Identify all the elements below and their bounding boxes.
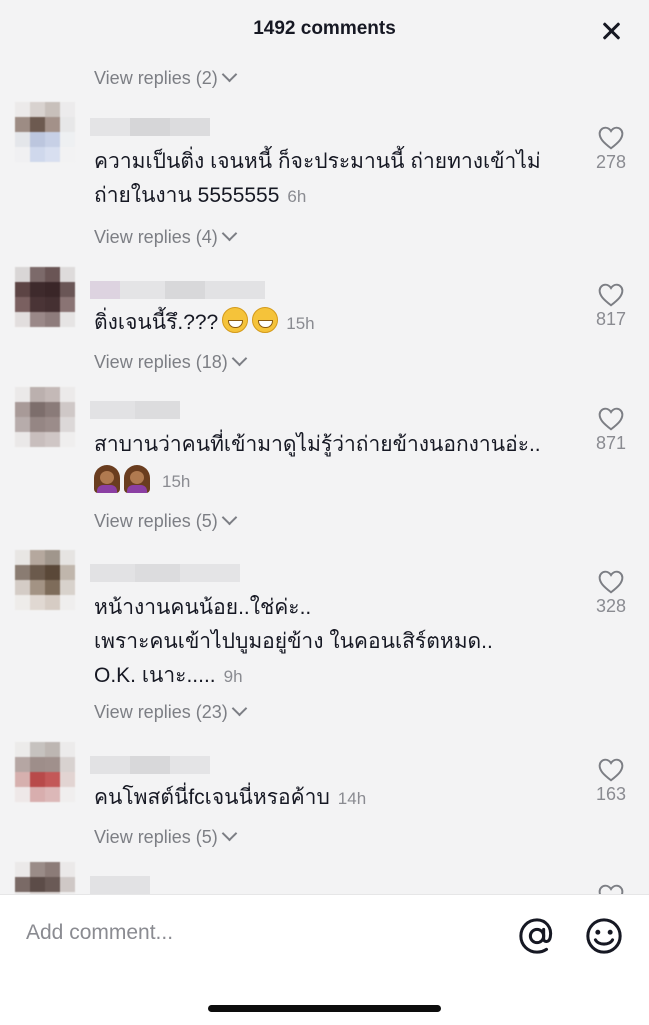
comment-text: เพราะคนเข้าไปบูมอยู่ข้าง ในคอนเสิร์ตหมด.… [94, 630, 493, 653]
at-icon[interactable] [518, 917, 556, 955]
comments-header: 1492 comments [0, 0, 649, 62]
comments-list[interactable]: View replies (2) ความเป็นติ่ง เจนหนี้ ก็… [0, 62, 649, 894]
person-emoji-icon [94, 465, 120, 493]
chevron-down-icon [221, 225, 237, 242]
view-replies-link[interactable]: View replies (5) [94, 509, 237, 532]
comment-input[interactable]: Add comment... [26, 921, 173, 945]
comment-text: คนโพสต์นี่fcเจนนี่หรอค้าบ 14h [94, 786, 367, 809]
comment-text: ติ่งเจนนี้รึ.??? 15h [94, 305, 315, 342]
home-indicator [208, 1005, 441, 1012]
avatar[interactable] [15, 550, 75, 610]
avatar[interactable] [15, 267, 75, 327]
heart-icon [598, 884, 624, 894]
heart-icon [598, 407, 624, 431]
avatar[interactable] [15, 102, 75, 162]
avatar[interactable] [15, 387, 75, 447]
like-count: 163 [595, 784, 627, 804]
comment-timestamp: 6h [287, 187, 307, 206]
avatar[interactable] [15, 742, 75, 802]
username-blurred[interactable] [90, 118, 210, 136]
username-blurred[interactable] [90, 756, 210, 774]
username-blurred[interactable] [90, 876, 150, 894]
comment-timestamp: 15h [286, 314, 315, 333]
chevron-down-icon [221, 825, 237, 842]
comment-input-bar: Add comment... [0, 894, 649, 1025]
like-count: 817 [595, 309, 627, 329]
person-emoji-icon [124, 465, 150, 493]
view-replies-link[interactable]: View replies (5) [94, 825, 237, 848]
grin-emoji-icon [222, 307, 249, 333]
chevron-down-icon [221, 509, 237, 526]
chevron-down-icon [231, 350, 248, 367]
heart-icon [598, 758, 624, 782]
heart-icon [598, 570, 624, 594]
chevron-down-icon [231, 700, 248, 717]
username-blurred[interactable] [90, 281, 265, 299]
avatar[interactable] [15, 862, 75, 894]
chevron-down-icon [221, 66, 237, 83]
like-count: 328 [595, 596, 627, 616]
comment-timestamp: 15h [162, 472, 191, 491]
like-button[interactable]: 328 [592, 570, 630, 617]
comment-text: 15h [94, 463, 190, 500]
like-button[interactable]: 163 [592, 758, 630, 805]
comment-text: หน้างานคนน้อย..ใช่ค่ะ.. [94, 596, 312, 619]
view-replies-link[interactable]: View replies (2) [94, 66, 237, 89]
like-button[interactable]: 871 [592, 407, 630, 454]
comment-timestamp: 14h [337, 789, 367, 808]
comment-timestamp: 9h [223, 667, 243, 686]
close-icon[interactable] [596, 16, 626, 46]
comment-text: ความเป็นติ่ง เจนหนี้ ก็จะประมานนี้ ถ่ายท… [94, 150, 541, 173]
heart-icon [598, 126, 624, 150]
comments-count-title: 1492 comments [253, 18, 396, 39]
like-button[interactable]: 278 [592, 126, 630, 173]
view-replies-link[interactable]: View replies (4) [94, 225, 237, 248]
username-blurred[interactable] [90, 401, 180, 419]
emoji-icon[interactable] [585, 917, 623, 955]
grin-emoji-icon [252, 307, 279, 333]
like-button[interactable] [592, 884, 630, 894]
view-replies-link[interactable]: View replies (23) [94, 700, 248, 723]
like-count: 871 [595, 433, 627, 453]
heart-icon [598, 283, 624, 307]
username-blurred[interactable] [90, 564, 240, 582]
like-count: 278 [595, 152, 627, 172]
comment-text: ถ่ายในงาน 5555555 6h [94, 184, 307, 207]
comment-text: O.K. เนาะ..... 9h [94, 664, 243, 687]
comment-text: สาบานว่าคนที่เข้ามาดูไม่รู้ว่าถ่ายข้างนอ… [94, 433, 541, 456]
view-replies-link[interactable]: View replies (18) [94, 350, 248, 373]
like-button[interactable]: 817 [592, 283, 630, 330]
